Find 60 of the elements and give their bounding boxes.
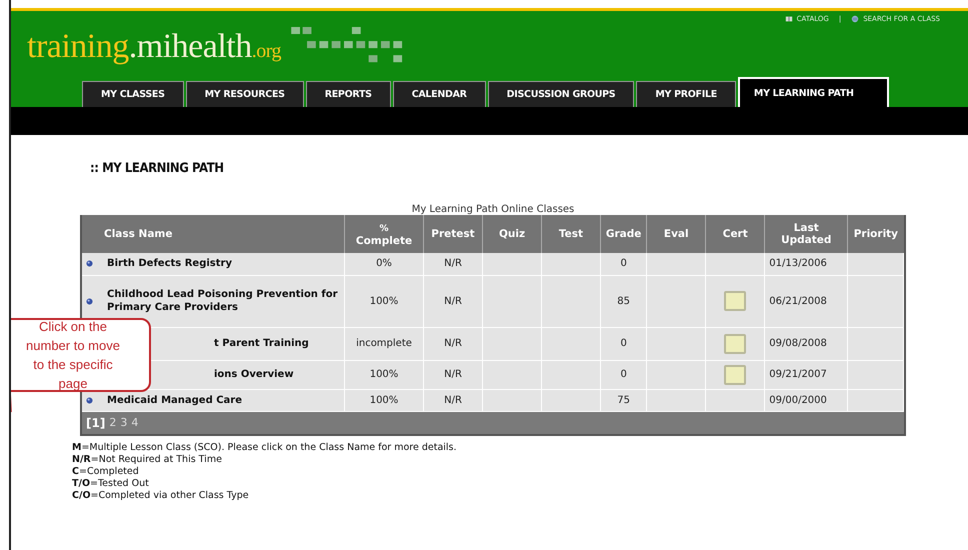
column-header: Quiz [498,228,526,240]
legend-text: M=Multiple Lesson Class (SCO). Please click on the Class Name for more details. [72,442,458,454]
table-cell: 75 [617,394,630,406]
column-header: Eval [664,228,689,240]
table-cell: 100% [370,369,398,380]
table-cell: 100% [370,394,398,406]
legend-text: C=Completed [72,466,140,478]
table-cell: 100% [370,296,398,306]
column-header: Test [558,228,584,240]
column-header: Grade [606,228,642,240]
bullet-icon [86,298,93,304]
column-header: % Complete [356,222,412,246]
nav-tab[interactable]: MY PROFILE [636,81,736,107]
site-logo[interactable]: training.mihealth.org [27,27,282,71]
column-header: Class Name [104,228,172,240]
table-cell: 0 [620,369,627,380]
nav-tab[interactable]: CALENDAR [392,81,486,107]
table-cell: 09/21/2007 [769,369,827,380]
legend-text: N/R=Not Required at This Time [72,454,223,466]
nav-tab[interactable]: MY RESOURCES [186,81,304,107]
globe-icon [851,15,860,23]
nav-tab[interactable]: REPORTS [306,81,391,107]
nav-tab[interactable]: MY LEARNING PATH [738,77,889,107]
table-cell: N/R [444,258,462,270]
page-link[interactable]: [1] [86,416,106,430]
table-cell: incomplete [356,338,412,349]
table-cell: N/R [444,296,462,306]
certificate-icon[interactable] [724,364,746,384]
legend-text: T/O=Tested Out [72,478,150,490]
certificate-icon[interactable] [724,334,746,354]
nav-tab[interactable]: DISCUSSION GROUPS [488,81,634,107]
callout-box: Click on the number to move to the specific page [11,318,151,392]
nav-tab[interactable]: MY CLASSES [82,81,184,107]
page-title: :: MY LEARNING PATH [90,161,225,176]
table-cell: 0 [620,258,627,270]
table-cell: N/R [444,369,462,380]
class-name-link[interactable]: Birth Defects Registry [107,257,232,270]
certificate-icon[interactable] [724,291,746,311]
class-name-link[interactable]: ions Overview [214,368,294,381]
book-icon [784,15,793,23]
table-cell: N/R [444,394,462,406]
table-cell: 09/00/2000 [769,394,827,406]
table-cell: 0% [376,258,392,270]
column-header: Cert [722,228,748,240]
class-name-link[interactable]: Medicaid Managed Care [107,394,242,406]
class-name-link[interactable]: t Parent Training [214,337,309,350]
bullet-icon [86,396,93,404]
column-header: Priority [854,228,898,240]
table-cell: 06/21/2008 [769,296,827,306]
table-cell: 85 [617,296,630,306]
column-header: Last Updated [781,222,832,246]
column-header: Pretest [431,228,475,240]
table-cell: 0 [620,338,627,349]
table-cell: N/R [444,338,462,349]
table-cell: 01/13/2006 [769,258,827,270]
legend-text: C/O=Completed via other Class Type [72,490,250,502]
table-cell: 09/08/2008 [769,338,827,349]
class-name-link[interactable]: Childhood Lead Poisoning Prevention for Primary Care Providers [107,288,342,314]
bullet-icon [86,260,93,268]
table-caption: My Learning Path Online Classes [410,204,576,215]
